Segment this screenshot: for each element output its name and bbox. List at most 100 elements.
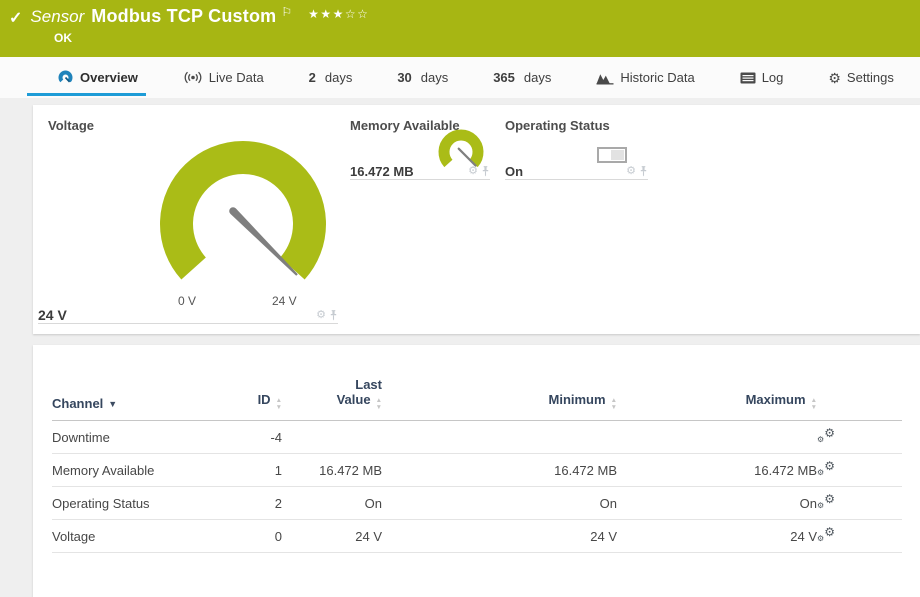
flag-icon[interactable]: ⚐: [281, 6, 292, 18]
priority-stars[interactable]: ★★★☆☆: [308, 7, 369, 21]
tab-2-days[interactable]: 2 days: [309, 57, 353, 98]
channel-last-value: 16.472 MB: [282, 454, 382, 487]
tab-label: days: [421, 70, 448, 85]
operating-panel-title: Operating Status: [505, 118, 610, 133]
voltage-value: 24 V: [38, 307, 67, 323]
voltage-gauge: [155, 135, 333, 289]
status-check-icon: ✓: [9, 8, 22, 28]
column-label: Last: [355, 377, 382, 392]
gear-icon[interactable]: ⚙: [316, 310, 326, 321]
channel-name[interactable]: Downtime: [52, 421, 237, 454]
pin-icon[interactable]: [481, 166, 490, 177]
tab-overview[interactable]: Overview: [57, 57, 138, 98]
operating-footer: On ⚙: [505, 156, 648, 180]
tab-30-days[interactable]: 30 days: [397, 57, 448, 98]
pin-icon[interactable]: [329, 310, 338, 321]
tab-label: Historic Data: [620, 70, 694, 85]
column-header-last-value[interactable]: Last Value ▲▼: [282, 345, 382, 421]
column-header-id[interactable]: ID ▲▼: [237, 345, 282, 421]
tab-bar: Overview Live Data 2 days 30 days 365 da…: [0, 57, 920, 98]
sensor-status-text: OK: [54, 31, 72, 45]
sort-desc-icon: ▼: [108, 399, 117, 409]
tab-label: Live Data: [209, 70, 264, 85]
channel-minimum: 16.472 MB: [382, 454, 617, 487]
tab-label: days: [524, 70, 551, 85]
tab-historic-data[interactable]: Historic Data: [596, 57, 694, 98]
channel-id: -4: [237, 421, 282, 454]
gauges-card: Voltage 0 V 24 V 24 V ⚙ Memory Available…: [33, 105, 920, 334]
channel-settings-icon[interactable]: ⚙⚙: [817, 527, 835, 543]
channel-name[interactable]: Operating Status: [52, 487, 237, 520]
pin-icon[interactable]: [639, 166, 648, 177]
channel-id: 2: [237, 487, 282, 520]
tab-settings[interactable]: ⚙ Settings: [828, 57, 894, 98]
sort-icon: ▲▼: [276, 398, 282, 411]
channel-minimum: 24 V: [382, 520, 617, 553]
channel-minimum: On: [382, 487, 617, 520]
tab-number: 365: [493, 70, 515, 85]
sensor-header: ✓ Sensor Modbus TCP Custom ⚐ ★★★☆☆ OK: [0, 0, 920, 57]
stars-filled: ★★★: [308, 7, 345, 21]
voltage-channel-controls: ⚙: [316, 310, 338, 323]
memory-channel-controls: ⚙: [468, 166, 490, 179]
column-label: Channel: [52, 396, 103, 411]
sort-icon: ▲▼: [611, 398, 617, 411]
column-header-minimum[interactable]: Minimum ▲▼: [382, 345, 617, 421]
channel-id: 0: [237, 520, 282, 553]
tab-number: 30: [397, 70, 411, 85]
channel-table: Channel ▼ ID ▲▼ Last Value ▲▼ Minimum ▲▼ Max…: [52, 345, 902, 553]
channel-last-value: [282, 421, 382, 454]
channel-settings-icon[interactable]: ⚙⚙: [817, 494, 835, 510]
channel-row-memory: Memory Available 1 16.472 MB 16.472 MB 1…: [52, 454, 902, 487]
operating-value: On: [505, 164, 523, 179]
channel-maximum: 24 V: [617, 520, 817, 553]
channel-maximum: 16.472 MB: [617, 454, 817, 487]
voltage-panel-title: Voltage: [48, 118, 94, 133]
channel-row-operating: Operating Status 2 On On On ⚙⚙: [52, 487, 902, 520]
tab-label: Log: [762, 70, 784, 85]
sensor-type-label: Sensor: [30, 7, 84, 27]
channel-table-card: Channel ▼ ID ▲▼ Last Value ▲▼ Minimum ▲▼ Max…: [33, 345, 920, 597]
channel-minimum: [382, 421, 617, 454]
channel-id: 1: [237, 454, 282, 487]
tab-label: Overview: [80, 70, 138, 85]
memory-footer: 16.472 MB ⚙: [350, 156, 490, 180]
memory-value: 16.472 MB: [350, 164, 414, 179]
operating-channel-controls: ⚙: [626, 166, 648, 179]
column-header-channel[interactable]: Channel ▼: [52, 345, 237, 421]
chart-mountain-icon: [596, 71, 614, 85]
log-list-icon: [740, 72, 756, 84]
live-data-icon: [183, 70, 203, 85]
channel-last-value: 24 V: [282, 520, 382, 553]
channel-name[interactable]: Voltage: [52, 520, 237, 553]
column-label: Value: [337, 392, 371, 407]
column-header-maximum[interactable]: Maximum▲▼: [617, 345, 817, 421]
tab-live-data[interactable]: Live Data: [183, 57, 264, 98]
channel-settings-icon[interactable]: ⚙⚙: [817, 428, 835, 444]
column-label: ID: [258, 392, 271, 407]
stars-empty: ☆☆: [345, 7, 370, 21]
voltage-footer: 24 V ⚙: [38, 300, 338, 324]
channel-settings-icon[interactable]: ⚙⚙: [817, 461, 835, 477]
channel-name[interactable]: Memory Available: [52, 454, 237, 487]
column-label: Maximum: [746, 392, 806, 407]
channel-row-voltage: Voltage 0 24 V 24 V 24 V ⚙⚙: [52, 520, 902, 553]
channel-maximum: [617, 421, 817, 454]
tab-label: days: [325, 70, 352, 85]
sensor-title: Modbus TCP Custom: [91, 6, 276, 27]
channel-maximum: On: [617, 487, 817, 520]
tab-log[interactable]: Log: [740, 57, 784, 98]
sort-icon: ▲▼: [376, 398, 382, 411]
column-header-actions: [817, 345, 902, 421]
channel-table-header-row: Channel ▼ ID ▲▼ Last Value ▲▼ Minimum ▲▼ Max…: [52, 345, 902, 421]
channel-row-downtime: Downtime -4 ⚙⚙: [52, 421, 902, 454]
column-label: Minimum: [549, 392, 606, 407]
tab-number: 2: [309, 70, 316, 85]
tab-365-days[interactable]: 365 days: [493, 57, 551, 98]
channel-last-value: On: [282, 487, 382, 520]
gear-icon[interactable]: ⚙: [468, 166, 478, 177]
gear-icon[interactable]: ⚙: [626, 166, 636, 177]
gauge-icon: [57, 69, 74, 86]
sensor-header-line1: ✓ Sensor Modbus TCP Custom ⚐ ★★★☆☆: [0, 0, 920, 28]
tab-label: Settings: [847, 70, 894, 85]
